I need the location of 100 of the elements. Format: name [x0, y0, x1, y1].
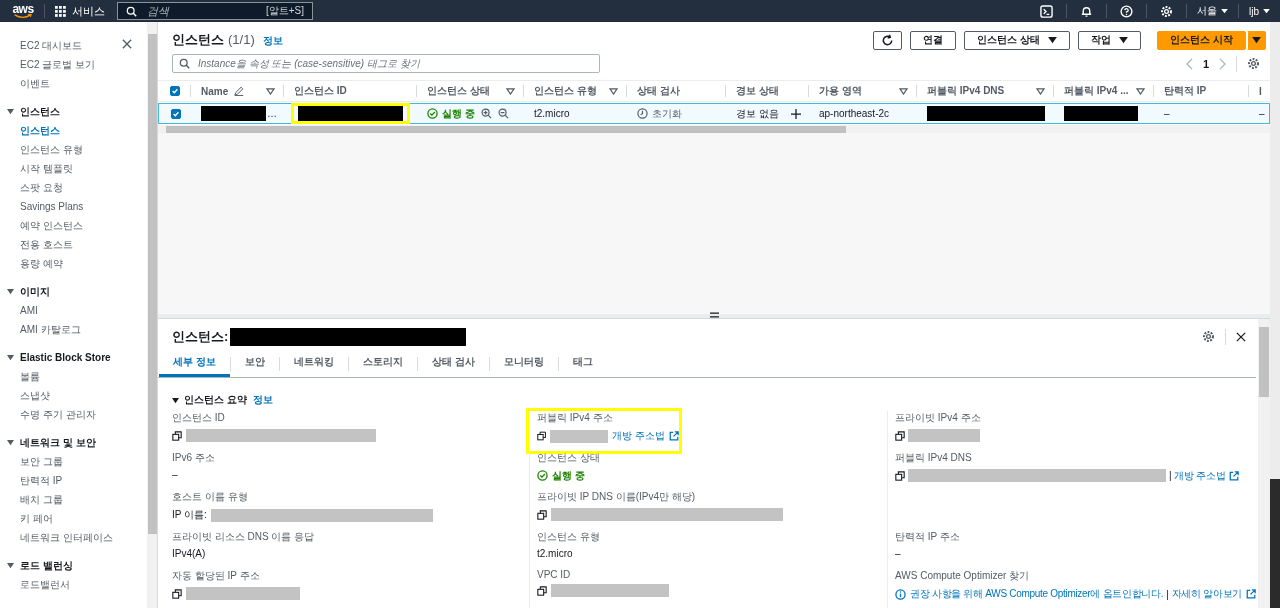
sort-caret-icon[interactable]: [609, 87, 618, 95]
search-input[interactable]: 검색: [145, 4, 258, 18]
filter-field[interactable]: Instance을 속성 또는 (case-sensitive) 태그로 찾기: [172, 54, 600, 73]
column-header[interactable]: I: [1259, 85, 1262, 97]
connect-button[interactable]: 연결: [910, 30, 957, 50]
tab[interactable]: 스토리지: [348, 350, 417, 377]
terminal-icon[interactable]: [1040, 4, 1053, 18]
sidebar-link[interactable]: 볼륨: [0, 367, 40, 386]
select-all-checkbox[interactable]: [170, 86, 180, 96]
sidebar-section-header[interactable]: 로드 밸런싱: [0, 556, 73, 575]
external-link[interactable]: 개방 주소법: [612, 429, 679, 443]
tab[interactable]: 모니터링: [489, 350, 558, 377]
zoom-in-icon[interactable]: [480, 108, 492, 119]
scrollbar-thumb[interactable]: [148, 34, 157, 534]
tab[interactable]: 태그: [558, 350, 607, 377]
launch-instances-button[interactable]: 인스턴스 시작: [1157, 30, 1246, 50]
sidebar-link[interactable]: 스팟 요청: [0, 178, 63, 197]
sidebar-section-header[interactable]: 인스턴스: [0, 102, 60, 121]
sidebar-link[interactable]: EC2 대시보드: [0, 36, 83, 55]
sidebar-link[interactable]: 시작 템플릿: [0, 159, 73, 178]
copy-icon[interactable]: [172, 430, 182, 441]
settings-icon[interactable]: [1247, 57, 1260, 70]
sidebar-link[interactable]: Savings Plans: [0, 197, 84, 216]
sidebar-link[interactable]: AMI: [0, 301, 38, 320]
sidebar-link[interactable]: 배치 그룹: [0, 490, 63, 509]
help-icon[interactable]: [1120, 4, 1133, 18]
copy-icon[interactable]: [537, 585, 547, 596]
sidebar-link[interactable]: 인스턴스 유형: [0, 140, 83, 159]
field-label: 탄력적 IP 주소: [895, 529, 961, 544]
column-header[interactable]: 가용 영역: [819, 84, 862, 98]
column-header[interactable]: 퍼블릭 IPv4 DNS: [927, 84, 1005, 98]
dropdown-button[interactable]: 작업: [1078, 30, 1142, 50]
close-icon[interactable]: [122, 39, 132, 49]
field-label: 프라이빗 IPv4 주소: [895, 411, 982, 425]
zoom-out-icon[interactable]: [497, 108, 509, 119]
sidebar-link[interactable]: AMI 카탈로그: [0, 320, 81, 339]
section-toggle[interactable]: 인스턴스 요약: [172, 393, 247, 407]
sidebar-link[interactable]: 네트워크 인터페이스: [0, 528, 113, 547]
row-checkbox[interactable]: [171, 108, 181, 119]
sort-caret-icon[interactable]: [899, 87, 908, 95]
account-menu[interactable]: ljb: [1249, 5, 1270, 17]
resize-handle-icon[interactable]: [710, 312, 719, 318]
sort-caret-icon[interactable]: [266, 87, 275, 95]
info-link[interactable]: 정보: [262, 34, 283, 48]
external-link[interactable]: 자세히 알아보기: [1171, 587, 1256, 602]
bell-icon[interactable]: [1080, 4, 1093, 18]
sort-caret-icon[interactable]: [1036, 87, 1045, 95]
plus-icon[interactable]: [790, 108, 801, 119]
sidebar-link[interactable]: 전용 호스트: [0, 235, 73, 254]
sidebar-link[interactable]: EC2 글로벌 보기: [0, 55, 95, 74]
sidebar-section-header[interactable]: Elastic Block Store: [0, 348, 111, 367]
copy-icon[interactable]: [537, 509, 547, 520]
copy-icon[interactable]: [172, 588, 182, 599]
sidebar-link[interactable]: 예약 인스턴스: [0, 216, 83, 235]
copy-icon[interactable]: [537, 431, 547, 441]
aws-logo[interactable]: aws: [12, 3, 34, 19]
sidebar-section-header[interactable]: 네트워크 및 보안: [0, 433, 96, 452]
sidebar-link[interactable]: 스냅샷: [0, 386, 50, 405]
sidebar-link[interactable]: 수명 주기 관리자: [0, 405, 96, 424]
external-link[interactable]: 개방 주소법: [1174, 468, 1240, 483]
sort-caret-icon[interactable]: [506, 87, 515, 95]
scrollbar-thumb[interactable]: [1259, 327, 1269, 397]
page-number[interactable]: 1: [1202, 57, 1209, 70]
sidebar-link[interactable]: 키 페어: [0, 509, 53, 528]
caret-down-icon: [1221, 8, 1228, 14]
opt-in-link[interactable]: 권장 사항을 위해 AWS Compute Optimizer에 옵트인합니다.: [895, 587, 1164, 602]
column-header[interactable]: 탄력적 IP: [1164, 84, 1207, 98]
tab[interactable]: 네트워킹: [279, 350, 348, 377]
tab[interactable]: 보안: [230, 350, 279, 377]
column-header[interactable]: 인스턴스 상태: [427, 84, 490, 98]
filter-input[interactable]: Instance을 속성 또는 (case-sensitive) 태그로 찾기: [196, 57, 593, 70]
column-header[interactable]: 상태 검사: [637, 84, 680, 98]
sidebar-link[interactable]: 용량 예약: [0, 254, 63, 273]
services-menu[interactable]: 서비스: [55, 3, 105, 19]
scrollbar-thumb[interactable]: [166, 125, 846, 133]
column-header[interactable]: 인스턴스 ID: [294, 84, 347, 98]
column-header[interactable]: 인스턴스 유형: [534, 84, 597, 98]
sidebar-link[interactable]: 인스턴스: [0, 121, 60, 140]
launch-options-button[interactable]: [1247, 30, 1266, 50]
column-header[interactable]: 퍼블릭 IPv4 ...: [1064, 84, 1129, 98]
sidebar-section-header[interactable]: 이미지: [0, 282, 50, 301]
close-icon[interactable]: [1236, 331, 1246, 342]
sort-caret-icon[interactable]: [1136, 87, 1145, 95]
dropdown-button[interactable]: 인스턴스 상태: [964, 30, 1071, 50]
sidebar-link[interactable]: 탄력적 IP: [0, 471, 63, 490]
info-link[interactable]: 정보: [252, 393, 273, 407]
sidebar-link[interactable]: 로드밸런서: [0, 575, 70, 594]
global-search-field[interactable]: 검색 [알트+S]: [117, 2, 313, 20]
sidebar-link[interactable]: 보안 그룹: [0, 452, 63, 471]
table-row[interactable]: … 실행 중 t2.micro 초기화 경보 없음 ap-northeast-2c – –: [158, 103, 1270, 124]
column-header[interactable]: Name: [201, 85, 229, 97]
copy-icon[interactable]: [895, 430, 905, 441]
refresh-button[interactable]: [873, 30, 903, 50]
copy-icon[interactable]: [895, 470, 905, 481]
tab[interactable]: 상태 검사: [417, 350, 489, 377]
settings-icon[interactable]: [1202, 330, 1215, 343]
tab[interactable]: 세부 정보: [159, 350, 230, 377]
sidebar-link[interactable]: 이벤트: [0, 74, 50, 93]
column-header[interactable]: 경보 상태: [736, 84, 779, 98]
region-menu[interactable]: 서울: [1197, 4, 1228, 18]
